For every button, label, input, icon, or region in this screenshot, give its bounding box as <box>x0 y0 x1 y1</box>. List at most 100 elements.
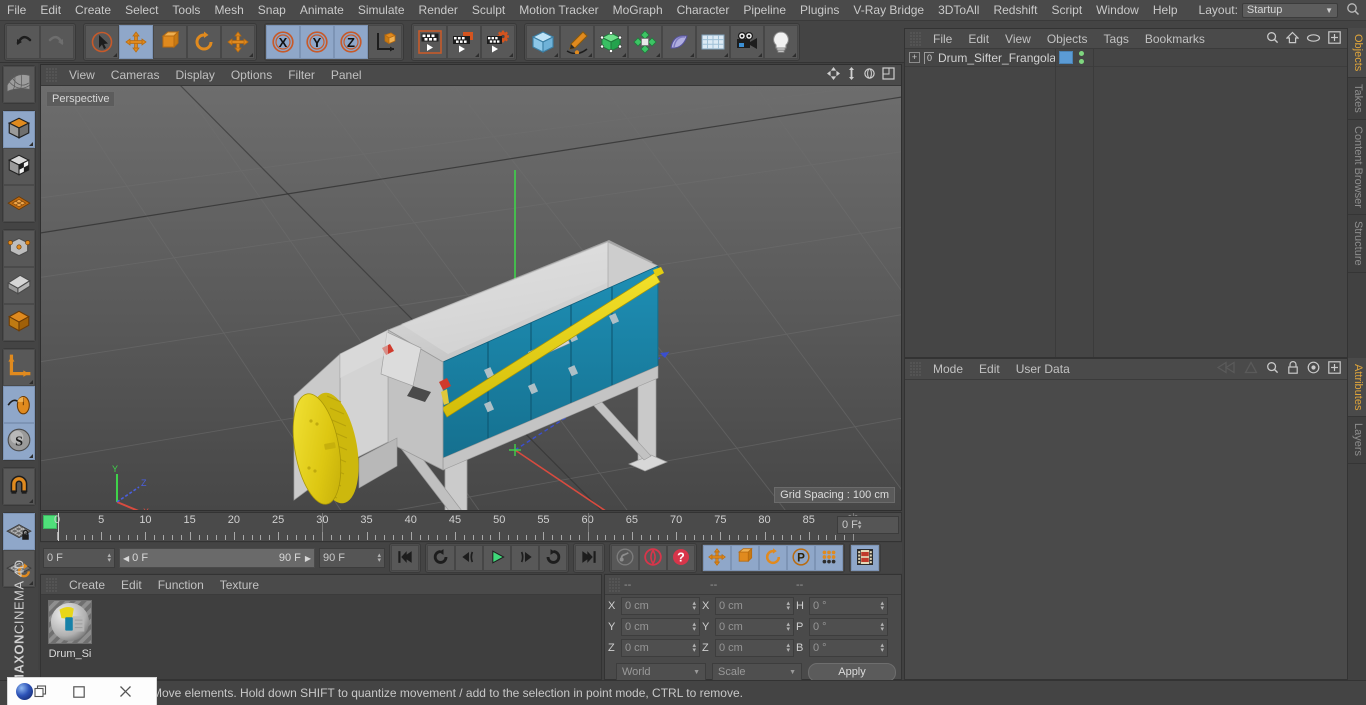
viewport-menu-cameras[interactable]: Cameras <box>103 64 168 86</box>
points-mode-button[interactable] <box>3 185 35 222</box>
spinner-icon[interactable]: ▴ ▾ <box>107 552 111 564</box>
attribute-menu-mode[interactable]: Mode <box>925 358 971 380</box>
app-orb-icon[interactable] <box>8 678 56 705</box>
scale-button[interactable] <box>153 24 187 59</box>
autokey-button[interactable] <box>639 545 667 571</box>
undo-button[interactable] <box>6 24 40 59</box>
menu-motion-tracker[interactable]: Motion Tracker <box>512 0 605 21</box>
spinner-icon[interactable]: ▴ ▾ <box>377 552 381 564</box>
size-x-field[interactable]: 0 cm ▴ ▾ <box>715 597 794 615</box>
maximize-window-button[interactable] <box>56 678 102 705</box>
popup-indicator-icon[interactable] <box>758 52 762 57</box>
x-axis-button[interactable]: X <box>266 24 300 59</box>
popup-indicator-icon[interactable] <box>554 52 558 57</box>
close-window-button[interactable] <box>102 678 148 705</box>
key-rotation-button[interactable] <box>759 545 787 571</box>
spinner-icon[interactable]: ▴ ▾ <box>786 600 790 612</box>
menu-plugins[interactable]: Plugins <box>793 0 846 21</box>
popup-indicator-icon[interactable] <box>249 52 253 57</box>
go-to-end-button[interactable] <box>575 545 603 571</box>
live-selection-button[interactable] <box>85 24 119 59</box>
menu-edit[interactable]: Edit <box>33 0 68 21</box>
size-mode-dropdown[interactable]: Scale ▼ <box>712 663 802 681</box>
3d-viewport[interactable]: Perspective Grid Spacing : 100 cm Y X Z <box>41 86 901 510</box>
material-menu-edit[interactable]: Edit <box>113 574 150 596</box>
add-icon[interactable] <box>1328 361 1341 377</box>
z-axis-button[interactable]: Z <box>334 24 368 59</box>
rotation-h-field[interactable]: 0 ° ▴ ▾ <box>809 597 888 615</box>
popup-indicator-icon[interactable] <box>690 52 694 57</box>
popup-indicator-icon[interactable] <box>588 52 592 57</box>
vtab-takes[interactable]: Takes <box>1348 78 1366 121</box>
panel-gripper-icon[interactable] <box>609 577 620 592</box>
menu-tools[interactable]: Tools <box>165 0 207 21</box>
lock-icon[interactable] <box>1287 361 1299 377</box>
preview-range-bar[interactable]: ◀ 0 F 90 F ▶ <box>119 548 315 568</box>
environment-button[interactable] <box>662 24 696 59</box>
material-menu-function[interactable]: Function <box>150 574 212 596</box>
current-frame-field[interactable]: 0 F ▴ ▾ <box>43 548 115 568</box>
vtab-layers[interactable]: Layers <box>1348 417 1366 464</box>
rotation-b-field[interactable]: 0 ° ▴ ▾ <box>809 639 888 657</box>
generator-button[interactable] <box>594 24 628 59</box>
render-settings-button[interactable] <box>481 24 515 59</box>
object-menu-tags[interactable]: Tags <box>1096 28 1137 50</box>
vtab-attributes[interactable]: Attributes <box>1348 358 1366 418</box>
key-pla-button[interactable] <box>815 545 843 571</box>
menu-script[interactable]: Script <box>1044 0 1089 21</box>
coordinate-system-dropdown[interactable]: World ▼ <box>616 663 706 681</box>
search-icon[interactable] <box>1266 361 1279 377</box>
spinner-icon[interactable]: ▴ ▾ <box>786 621 790 633</box>
popup-indicator-icon[interactable] <box>29 454 33 458</box>
restore-window-icon[interactable] <box>34 685 47 698</box>
popup-indicator-icon[interactable] <box>475 52 479 57</box>
spinner-icon[interactable]: ▴ ▾ <box>880 600 884 612</box>
spinner-icon[interactable]: ▴ ▾ <box>786 642 790 654</box>
material-list[interactable]: Drum_Si <box>41 595 601 679</box>
light-button[interactable] <box>764 24 798 59</box>
y-axis-button[interactable]: Y <box>300 24 334 59</box>
move-button[interactable] <box>119 24 153 59</box>
magnet-button[interactable] <box>3 468 35 505</box>
world-coordinate-button[interactable] <box>368 24 402 59</box>
history-forward-icon[interactable] <box>1244 361 1258 377</box>
popup-indicator-icon[interactable] <box>29 142 33 146</box>
viewport-menu-view[interactable]: View <box>61 64 103 86</box>
spinner-icon[interactable]: ▴ ▾ <box>692 642 696 654</box>
spinner-icon[interactable]: ▴ ▾ <box>692 600 696 612</box>
key-scale-button[interactable] <box>731 545 759 571</box>
attribute-menu-edit[interactable]: Edit <box>971 358 1008 380</box>
position-x-field[interactable]: 0 cm ▴ ▾ <box>621 597 700 615</box>
object-menu-file[interactable]: File <box>925 28 960 50</box>
spline-pen-button[interactable] <box>560 24 594 59</box>
menu-snap[interactable]: Snap <box>251 0 293 21</box>
object-menu-view[interactable]: View <box>997 28 1039 50</box>
range-right-arrow-icon[interactable]: ▶ <box>305 554 311 563</box>
history-back-icon[interactable] <box>1216 361 1236 377</box>
home-icon[interactable] <box>1285 31 1300 47</box>
popup-indicator-icon[interactable] <box>622 52 626 57</box>
max-frame-field[interactable]: 90 F ▴ ▾ <box>319 548 385 568</box>
loop-forward-button[interactable] <box>539 545 567 571</box>
spinner-icon[interactable]: ▴ ▾ <box>880 642 884 654</box>
move-alt-button[interactable] <box>221 24 255 59</box>
vtab-structure[interactable]: Structure <box>1348 214 1366 273</box>
menu-pipeline[interactable]: Pipeline <box>736 0 793 21</box>
previous-frame-button[interactable] <box>455 545 483 571</box>
object-axis-button[interactable] <box>3 304 35 341</box>
panel-gripper-icon[interactable] <box>910 362 921 376</box>
viewport-menu-panel[interactable]: Panel <box>323 64 370 86</box>
material-menu-texture[interactable]: Texture <box>212 574 267 596</box>
rotation-p-field[interactable]: 0 ° ▴ ▾ <box>809 618 888 636</box>
menu-simulate[interactable]: Simulate <box>351 0 412 21</box>
popup-indicator-icon[interactable] <box>29 499 33 503</box>
play-backwards-loop-button[interactable] <box>427 545 455 571</box>
object-menu-objects[interactable]: Objects <box>1039 28 1096 50</box>
popup-indicator-icon[interactable] <box>509 52 513 57</box>
search-icon[interactable] <box>1346 2 1360 19</box>
menu-mesh[interactable]: Mesh <box>207 0 250 21</box>
play-forward-button[interactable] <box>483 545 511 571</box>
search-icon[interactable] <box>1266 31 1279 47</box>
model-mode-button[interactable] <box>3 111 35 148</box>
spinner-icon[interactable]: ▴ ▾ <box>880 621 884 633</box>
